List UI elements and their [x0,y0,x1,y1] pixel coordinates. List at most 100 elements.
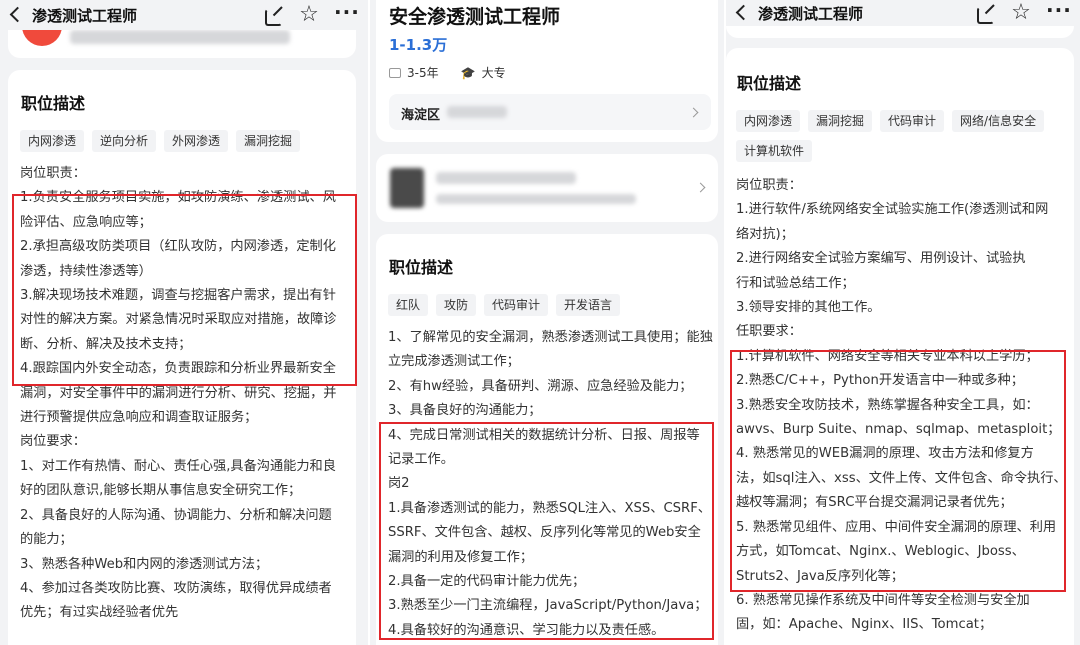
job-description-card: 职位描述 内网渗透 漏洞挖掘 代码审计 网络/信息安全计算机软件 岗位职责： 1.进行软… [726,48,1074,645]
job-header-card: 安全渗透测试工程师 1-1.3万 3-5年 🎓 大专 海淀区 [376,0,718,142]
chevron-left-icon[interactable] [726,0,752,28]
description-line: 岗2 [388,476,410,492]
salary: 1-1.3万 [389,36,448,54]
tag: 红队 [388,294,429,316]
tag-list: 红队 攻防 代码审计 开发语言 [388,294,708,316]
description-text: 岗位职责： 1.负责安全服务项目实施，如攻防演练、渗透测试、风 险评估、应急响应等；… [20,162,355,626]
description-line: 任职要求： [736,324,802,340]
share-icon[interactable] [262,4,284,26]
star-icon[interactable]: ☆ [1010,2,1032,24]
more-icon[interactable]: ··· [1046,0,1071,24]
briefcase-icon [389,67,401,78]
tag: 内网渗透 [20,130,85,152]
description-line: 进行预警提供应急响应和调查取证服务； [20,410,258,426]
description-line: 断、分析、解决及技术支持； [20,336,192,352]
description-line: 对性的解决方案。对紧急情况时采取应对措施，故障诊 [20,312,337,328]
description-line: 的能力； [20,532,73,548]
right-screenshot: 渗透测试工程师 ☆ ··· 职位描述 内网渗透 漏洞挖掘 代码审计 网络/信息安全计算… [726,0,1080,645]
description-line: 3.解决现场技术难题，调查与挖掘客户需求，提出有针 [20,288,336,304]
tag: 网络/信息安全 [952,110,1045,132]
description-line: 方式，如Tomcat、Nginx.、Weblogic、Jboss、 [736,544,1025,560]
description-line: 1.具备渗透测试的能力，熟悉SQL注入、XSS、CSRF、 [388,500,711,516]
description-line: 络对抗)； [736,226,794,242]
blurred-recruiter-name [436,172,576,184]
job-title: 安全渗透测试工程师 [389,6,561,28]
description-line: 5. 熟悉常见组件、应用、中间件安全漏洞的原理、利用 [736,519,1057,535]
description-text: 岗位职责： 1.进行软件/系统网络安全试验实施工作(渗透测试和网 络对抗)； 2.进行… [736,174,1074,638]
description-line: 4.跟踪国内外安全动态，负责跟踪和分析业界最新安全 [20,361,336,377]
description-line: 优先；有过实战经验者优先 [20,605,179,621]
description-line: 4、参加过各类攻防比赛、攻防演练，取得优异成绩者 [20,580,332,596]
top-bar: 渗透测试工程师 ☆ ··· [0,0,368,30]
blurred-company-name [70,30,290,44]
middle-screenshot: 安全渗透测试工程师 1-1.3万 3-5年 🎓 大专 海淀区 职位描述 红队 攻防… [370,0,724,645]
description-line: 6. 熟悉常见操作系统及中间件等安全检测与安全加 [736,592,1030,608]
description-line: 4、完成日常测试相关的数据统计分析、日报、周报等 [388,427,700,443]
description-line: 2.承担高级攻防类项目（红队攻防，内网渗透，定制化 [20,239,336,255]
description-line: 行和试验总结工作； [736,275,855,291]
blurred-recruiter-info [436,194,636,204]
section-title: 职位描述 [389,258,454,277]
description-line: 3、熟悉各种Web和内网的渗透测试方法； [20,556,269,572]
description-line: 岗位职责： [20,166,86,181]
description-line: 越权等漏洞；有SRC平台提交漏洞记录者优先； [736,495,1013,511]
description-line: 1.计算机软件、网络安全等相关专业本科以上学历； [736,348,1039,364]
tag: 代码审计 [484,294,549,316]
description-line: 3.熟悉安全攻防技术，熟练掌握各种安全工具，如： [736,397,1039,413]
description-line: 漏洞，对安全事件中的漏洞进行分析、研究、挖掘，并 [20,385,337,401]
tag: 计算机软件 [736,140,813,162]
chevron-left-icon[interactable] [0,0,26,30]
tag: 攻防 [436,294,477,316]
tag: 逆向分析 [92,130,157,152]
description-line: 固，如：Apache、Nginx、IIS、Tomcat； [736,617,993,633]
description-line: 险评估、应急响应等； [20,214,152,230]
description-line: Struts2、Java反序列化等； [736,568,904,584]
share-icon[interactable] [974,2,996,24]
tag: 漏洞挖掘 [236,130,301,152]
description-line: 1、对工作有热情、耐心、责任心强,具备沟通能力和良 [20,458,336,474]
description-line: 漏洞的利用及修复工作； [388,549,534,565]
job-meta: 3-5年 🎓 大专 [389,64,506,81]
tag: 开发语言 [556,294,621,316]
header-title: 渗透测试工程师 [32,6,138,25]
tag-list: 内网渗透 逆向分析 外网渗透 漏洞挖掘 [20,130,350,152]
description-line: 4.具备较好的沟通意识、学习能力以及责任感。 [388,622,665,638]
description-line: 3.熟悉至少一门主流编程，JavaScript/Python/Java； [388,598,708,614]
description-line: 2、有hw经验，具备研判、溯源、应急经验及能力； [388,378,693,394]
top-bar: 渗透测试工程师 ☆ ··· [726,0,1080,26]
description-line: 岗位职责： [736,178,802,193]
more-icon[interactable]: ··· [334,2,359,26]
section-title: 职位描述 [21,94,86,113]
left-screenshot: 渗透测试工程师 ☆ ··· 职位描述 内网渗透 逆向分析 外网渗透 漏洞挖掘 岗位职责… [0,0,368,645]
description-line: 法，如sql注入、xss、文件上传、文件包含、命令执行、 [736,470,1067,486]
description-line: 记录工作。 [388,452,454,468]
description-line: 1、了解常见的安全漏洞，熟悉渗透测试工具使用；能独 [388,330,713,345]
description-line: 立完成渗透测试工作； [388,354,520,370]
description-line: 1.负责安全服务项目实施，如攻防演练、渗透测试、风 [20,190,336,206]
section-title: 职位描述 [737,74,802,93]
description-line: 好的团队意识,能够长期从事信息安全研究工作； [20,483,302,499]
description-line: 1.进行软件/系统网络安全试验实施工作(渗透测试和网 [736,202,1049,218]
location-row[interactable]: 海淀区 [389,94,711,130]
description-line: 渗透，持续性渗透等） [20,263,152,279]
description-line: awvs、Burp Suite、nmap、sqlmap、metasploit； [736,422,1061,438]
star-icon[interactable]: ☆ [298,4,320,26]
education: 大专 [481,66,506,80]
description-line: 2.具备一定的代码审计能力优先； [388,574,586,590]
blurred-address [447,106,507,118]
job-description-card: 职位描述 红队 攻防 代码审计 开发语言 1、了解常见的安全漏洞，熟悉渗透测试工具使用… [376,234,718,645]
tag: 代码审计 [880,110,945,132]
tag: 漏洞挖掘 [808,110,873,132]
description-line: 3.领导安排的其他工作。 [736,300,881,316]
experience: 3-5年 [407,66,439,80]
description-text: 1、了解常见的安全漏洞，熟悉渗透测试工具使用；能独 立完成渗透测试工作； 2、有hw… [388,326,720,643]
tag: 外网渗透 [164,130,229,152]
description-line: 2、具备良好的人际沟通、协调能力、分析和解决问题 [20,507,332,523]
description-line: SSRF、文件包含、越权、反序列化等常见的Web安全 [388,525,701,541]
description-line: 2.熟悉C/C++，Python开发语言中一种或多种； [736,373,1024,389]
description-line: 岗位要求： [20,434,86,450]
location: 海淀区 [401,108,441,123]
description-line: 2.进行网络安全试验方案编写、用例设计、试验执 [736,251,1026,267]
recruiter-card[interactable] [376,154,718,222]
tag: 内网渗透 [736,110,801,132]
